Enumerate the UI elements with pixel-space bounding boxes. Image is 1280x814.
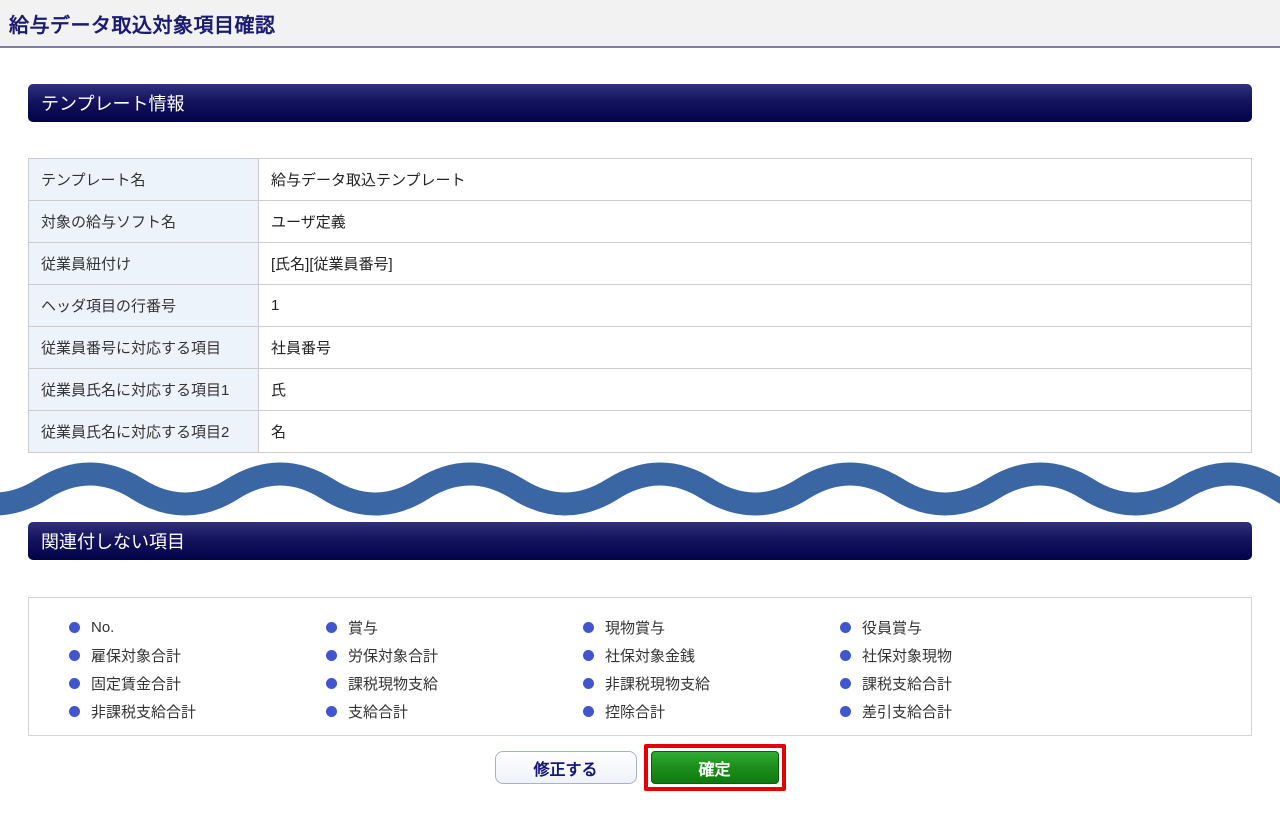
table-row: 従業員氏名に対応する項目2 名 bbox=[29, 411, 1252, 453]
table-row: ヘッダ項目の行番号 1 bbox=[29, 285, 1252, 327]
bullet-icon bbox=[583, 678, 594, 689]
bullet-icon bbox=[326, 706, 337, 717]
row-value: [氏名][従業員番号] bbox=[259, 243, 1252, 285]
bullet-icon bbox=[583, 622, 594, 633]
row-value: 社員番号 bbox=[259, 327, 1252, 369]
list-item: 課税現物支給 bbox=[326, 669, 583, 697]
bullet-icon bbox=[840, 650, 851, 661]
section-title: テンプレート情報 bbox=[41, 90, 184, 116]
bullet-icon bbox=[840, 622, 851, 633]
list-item-label: 非課税現物支給 bbox=[605, 673, 710, 694]
list-item: 賞与 bbox=[326, 613, 583, 641]
page-title: 給与データ取込対象項目確認 bbox=[9, 9, 276, 38]
list-item: 現物賞与 bbox=[583, 613, 840, 641]
list-item: 非課税支給合計 bbox=[69, 697, 326, 725]
bullet-icon bbox=[583, 650, 594, 661]
wave-divider bbox=[0, 457, 1280, 523]
highlight-red-frame: 確定 bbox=[644, 744, 786, 791]
bullet-icon bbox=[69, 650, 80, 661]
section-header-template-info: テンプレート情報 bbox=[28, 84, 1252, 122]
list-item: 社保対象現物 bbox=[840, 641, 1097, 669]
list-item: 課税支給合計 bbox=[840, 669, 1097, 697]
unlinked-items-panel: No. 賞与 現物賞与 役員賞与 雇保対象合計 労保対象合計 社保対象金銭 社保… bbox=[28, 597, 1252, 736]
list-item-label: 支給合計 bbox=[348, 701, 408, 722]
modify-button[interactable]: 修正する bbox=[495, 751, 637, 784]
row-label: 対象の給与ソフト名 bbox=[29, 201, 259, 243]
page-header: 給与データ取込対象項目確認 bbox=[0, 0, 1280, 48]
list-item-label: No. bbox=[91, 619, 114, 636]
list-item-label: 差引支給合計 bbox=[862, 701, 952, 722]
list-item: 支給合計 bbox=[326, 697, 583, 725]
bullet-icon bbox=[583, 706, 594, 717]
row-value: 1 bbox=[259, 285, 1252, 327]
list-item-label: 労保対象合計 bbox=[348, 645, 438, 666]
row-value: ユーザ定義 bbox=[259, 201, 1252, 243]
table-row: 対象の給与ソフト名 ユーザ定義 bbox=[29, 201, 1252, 243]
row-value: 氏 bbox=[259, 369, 1252, 411]
bullet-icon bbox=[326, 650, 337, 661]
bullet-icon bbox=[840, 678, 851, 689]
list-item-label: 課税現物支給 bbox=[348, 673, 438, 694]
list-item: 非課税現物支給 bbox=[583, 669, 840, 697]
table-row: 従業員氏名に対応する項目1 氏 bbox=[29, 369, 1252, 411]
row-label: 従業員氏名に対応する項目2 bbox=[29, 411, 259, 453]
list-item-label: 現物賞与 bbox=[605, 617, 665, 638]
list-item-label: 賞与 bbox=[348, 617, 378, 638]
bullet-icon bbox=[840, 706, 851, 717]
row-label: 従業員番号に対応する項目 bbox=[29, 327, 259, 369]
list-item-label: 課税支給合計 bbox=[862, 673, 952, 694]
bullet-icon bbox=[326, 678, 337, 689]
list-item-label: 役員賞与 bbox=[862, 617, 922, 638]
list-item: 雇保対象合計 bbox=[69, 641, 326, 669]
confirm-button[interactable]: 確定 bbox=[651, 751, 779, 784]
section-title: 関連付しない項目 bbox=[41, 528, 185, 554]
list-item-label: 社保対象金銭 bbox=[605, 645, 695, 666]
list-item: 控除合計 bbox=[583, 697, 840, 725]
row-label: 従業員紐付け bbox=[29, 243, 259, 285]
section-header-unlinked-items: 関連付しない項目 bbox=[28, 522, 1252, 560]
list-item-label: 固定賃金合計 bbox=[91, 673, 181, 694]
row-value: 給与データ取込テンプレート bbox=[259, 159, 1252, 201]
list-item: 労保対象合計 bbox=[326, 641, 583, 669]
bullet-icon bbox=[69, 622, 80, 633]
list-item-label: 社保対象現物 bbox=[862, 645, 952, 666]
row-value: 名 bbox=[259, 411, 1252, 453]
bullet-icon bbox=[326, 622, 337, 633]
list-item: 差引支給合計 bbox=[840, 697, 1097, 725]
table-row: 従業員紐付け [氏名][従業員番号] bbox=[29, 243, 1252, 285]
list-item: 固定賃金合計 bbox=[69, 669, 326, 697]
bullet-icon bbox=[69, 678, 80, 689]
wave-divider-icon bbox=[0, 457, 1280, 523]
bullet-icon bbox=[69, 706, 80, 717]
actions-row: 修正する 確定 bbox=[0, 744, 1280, 791]
row-label: テンプレート名 bbox=[29, 159, 259, 201]
list-item: 社保対象金銭 bbox=[583, 641, 840, 669]
table-row: テンプレート名 給与データ取込テンプレート bbox=[29, 159, 1252, 201]
list-item-label: 控除合計 bbox=[605, 701, 665, 722]
template-info-table: テンプレート名 給与データ取込テンプレート 対象の給与ソフト名 ユーザ定義 従業… bbox=[28, 158, 1252, 453]
row-label: ヘッダ項目の行番号 bbox=[29, 285, 259, 327]
list-item-label: 雇保対象合計 bbox=[91, 645, 181, 666]
list-item: 役員賞与 bbox=[840, 613, 1097, 641]
table-row: 従業員番号に対応する項目 社員番号 bbox=[29, 327, 1252, 369]
list-item: No. bbox=[69, 613, 326, 641]
list-item-label: 非課税支給合計 bbox=[91, 701, 196, 722]
row-label: 従業員氏名に対応する項目1 bbox=[29, 369, 259, 411]
